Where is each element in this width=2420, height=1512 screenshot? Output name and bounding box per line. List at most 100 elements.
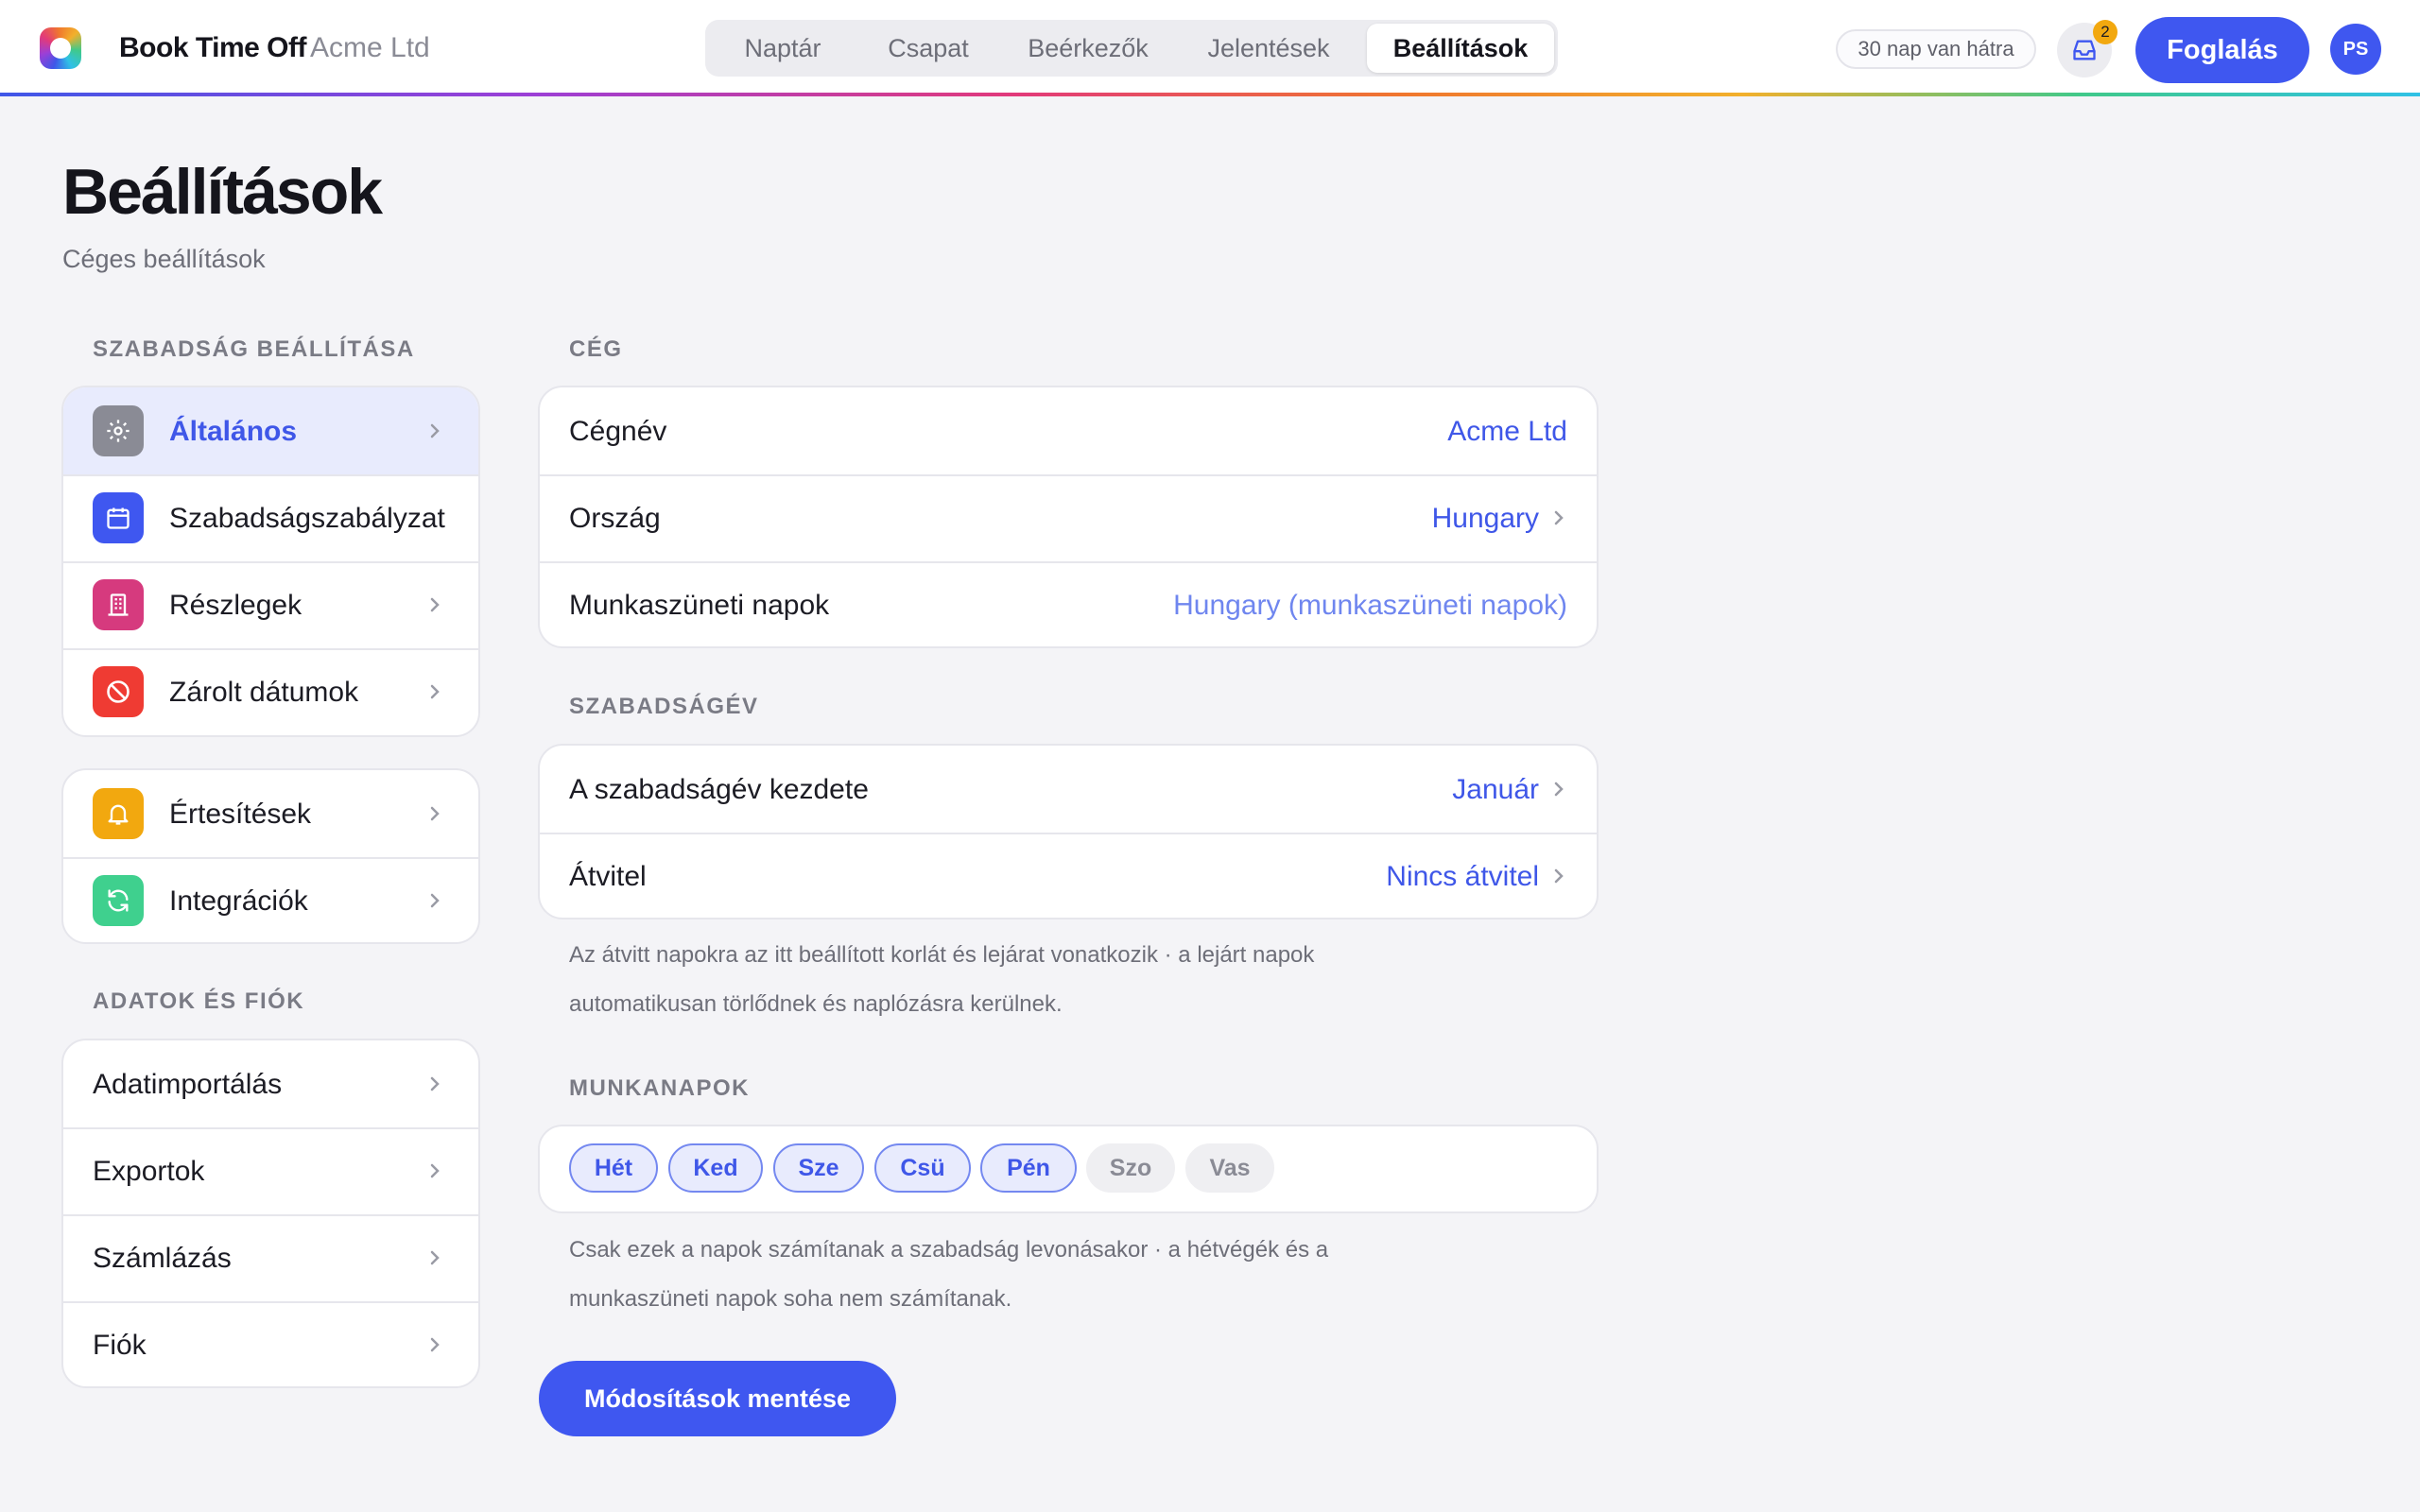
top-bar: Book Time Off Acme Ltd Naptár Csapat Beé… [0,0,2420,95]
row-label: A szabadságév kezdete [569,774,869,805]
leave-year-start-value: Január [1452,774,1539,805]
page-subtitle: Céges beállítások [62,245,266,273]
day-chip-tue[interactable]: Ked [668,1143,763,1193]
sidebar-item-blocked-dates[interactable]: Zárolt dátumok [63,648,478,735]
bell-icon [93,788,144,839]
divider [63,1127,478,1129]
leave-year-card: A szabadságév kezdete Január Átvitel Nin… [538,744,1599,919]
chevron-right-icon [430,684,440,699]
inbox-count-badge: 2 [2093,20,2118,44]
chevron-right-icon [430,423,440,438]
divider [63,561,478,563]
company-name-value: Acme Ltd [1447,416,1567,447]
workdays-help-text: Csak ezek a napok számítanak a szabadság… [569,1226,1420,1324]
blocked-icon [93,666,144,717]
divider [63,1301,478,1303]
help-line: Csak ezek a napok számítanak a szabadság… [569,1237,1329,1263]
chevron-right-icon [1554,868,1564,884]
tab-team[interactable]: Csapat [856,24,1000,73]
chevron-right-icon [430,1337,440,1352]
day-chip-mon[interactable]: Hét [569,1143,658,1193]
day-chip-fri[interactable]: Pén [980,1143,1077,1193]
building-icon [93,579,144,630]
save-changes-button[interactable]: Módosítások mentése [539,1361,896,1436]
tab-inbox[interactable]: Beérkezők [1000,24,1176,73]
sidebar-item-notifications[interactable]: Értesítések [63,770,478,857]
sidebar-item-data-import[interactable]: Adatimportálás [63,1040,478,1127]
sidebar-item-label: Általános [169,416,298,447]
tab-settings[interactable]: Beállítások [1367,24,1554,73]
divider [540,833,1597,834]
public-holidays-row[interactable]: Munkaszüneti napok Hungary (munkaszüneti… [540,561,1597,646]
app-logo-icon[interactable] [40,27,81,69]
chevron-right-icon [430,1163,440,1178]
company-settings-card: Cégnév Acme Ltd Ország Hungary Munkaszün… [538,386,1599,648]
divider [540,561,1597,563]
sync-icon [93,875,144,926]
carryover-value: Nincs átvitel [1386,861,1539,892]
workdays-card: Hét Ked Sze Csü Pén Szo Vas [538,1125,1599,1213]
trial-days-badge: 30 nap van hátra [1836,29,2036,69]
page-title: Beállítások [62,156,383,228]
sidebar-item-leave-policy[interactable]: Szabadságszabályzat [63,474,478,561]
divider [540,474,1597,476]
sidebar-section-leave-setup: SZABADSÁG BEÁLLÍTÁSA [93,336,415,362]
sidebar-item-account[interactable]: Fiók [63,1301,478,1386]
user-avatar[interactable]: PS [2330,24,2381,75]
sidebar-item-departments[interactable]: Részlegek [63,561,478,648]
chevron-right-icon [1554,782,1564,797]
day-chip-sat[interactable]: Szo [1086,1143,1175,1193]
section-company-label: CÉG [569,336,623,362]
sidebar-item-label: Integrációk [169,885,308,917]
row-label: Cégnév [569,416,667,447]
carryover-row[interactable]: Átvitel Nincs átvitel [540,833,1597,918]
leave-year-start-row[interactable]: A szabadságév kezdete Január [540,746,1597,833]
row-label: Átvitel [569,861,647,892]
country-row[interactable]: Ország Hungary [540,474,1597,561]
sidebar-item-label: Adatimportálás [93,1069,283,1100]
chevron-right-icon [430,597,440,612]
company-name-row[interactable]: Cégnév Acme Ltd [540,387,1597,474]
tab-reports[interactable]: Jelentések [1176,24,1361,73]
help-line: munkaszüneti napok soha nem számítanak. [569,1286,1012,1312]
country-value: Hungary [1431,503,1539,534]
sidebar-item-label: Fiók [93,1330,147,1361]
section-leave-year-label: SZABADSÁGÉV [569,694,759,719]
carryover-help-text: Az átvitt napokra az itt beállított korl… [569,931,1420,1029]
sidebar-group-leave: Általános Szabadságszabályzat Részlegek [61,386,480,737]
inbox-icon [2073,40,2096,60]
sidebar-item-label: Számlázás [93,1243,232,1274]
chevron-right-icon [1554,510,1564,525]
divider [63,1214,478,1216]
divider [63,648,478,650]
sidebar-section-data-account: ADATOK ÉS FIÓK [93,988,305,1014]
sidebar-item-label: Szabadságszabályzat [169,503,445,534]
sidebar-item-integrations[interactable]: Integrációk [63,857,478,942]
chevron-right-icon [430,893,440,908]
day-chip-wed[interactable]: Sze [773,1143,864,1193]
sidebar-item-label: Értesítések [169,799,312,830]
calendar-icon [93,492,144,543]
sidebar-group-notifications: Értesítések Integrációk [61,768,480,944]
chevron-right-icon [430,1076,440,1091]
organization-name: Acme Ltd [310,32,430,63]
divider [63,857,478,859]
row-label: Ország [569,503,661,534]
section-workdays-label: MUNKANAPOK [569,1075,750,1101]
day-chip-sun[interactable]: Vas [1185,1143,1274,1193]
help-line: Az átvitt napokra az itt beállított korl… [569,942,1315,968]
row-label: Munkaszüneti napok [569,590,830,621]
sidebar-item-billing[interactable]: Számlázás [63,1214,478,1301]
help-line: automatikusan törlődnek és naplózásra ke… [569,991,1063,1017]
day-chip-thu[interactable]: Csü [874,1143,971,1193]
sidebar-item-exports[interactable]: Exportok [63,1127,478,1214]
chevron-right-icon [430,1250,440,1265]
rainbow-divider [0,93,2420,96]
book-time-off-button[interactable]: Foglalás [2135,17,2309,83]
tab-calendar[interactable]: Naptár [709,24,856,73]
public-holidays-value: Hungary (munkaszüneti napok) [1173,590,1567,621]
sidebar-item-label: Exportok [93,1156,205,1187]
sidebar-item-general[interactable]: Általános [63,387,478,474]
sidebar-item-label: Részlegek [169,590,302,621]
gear-icon [93,405,144,456]
